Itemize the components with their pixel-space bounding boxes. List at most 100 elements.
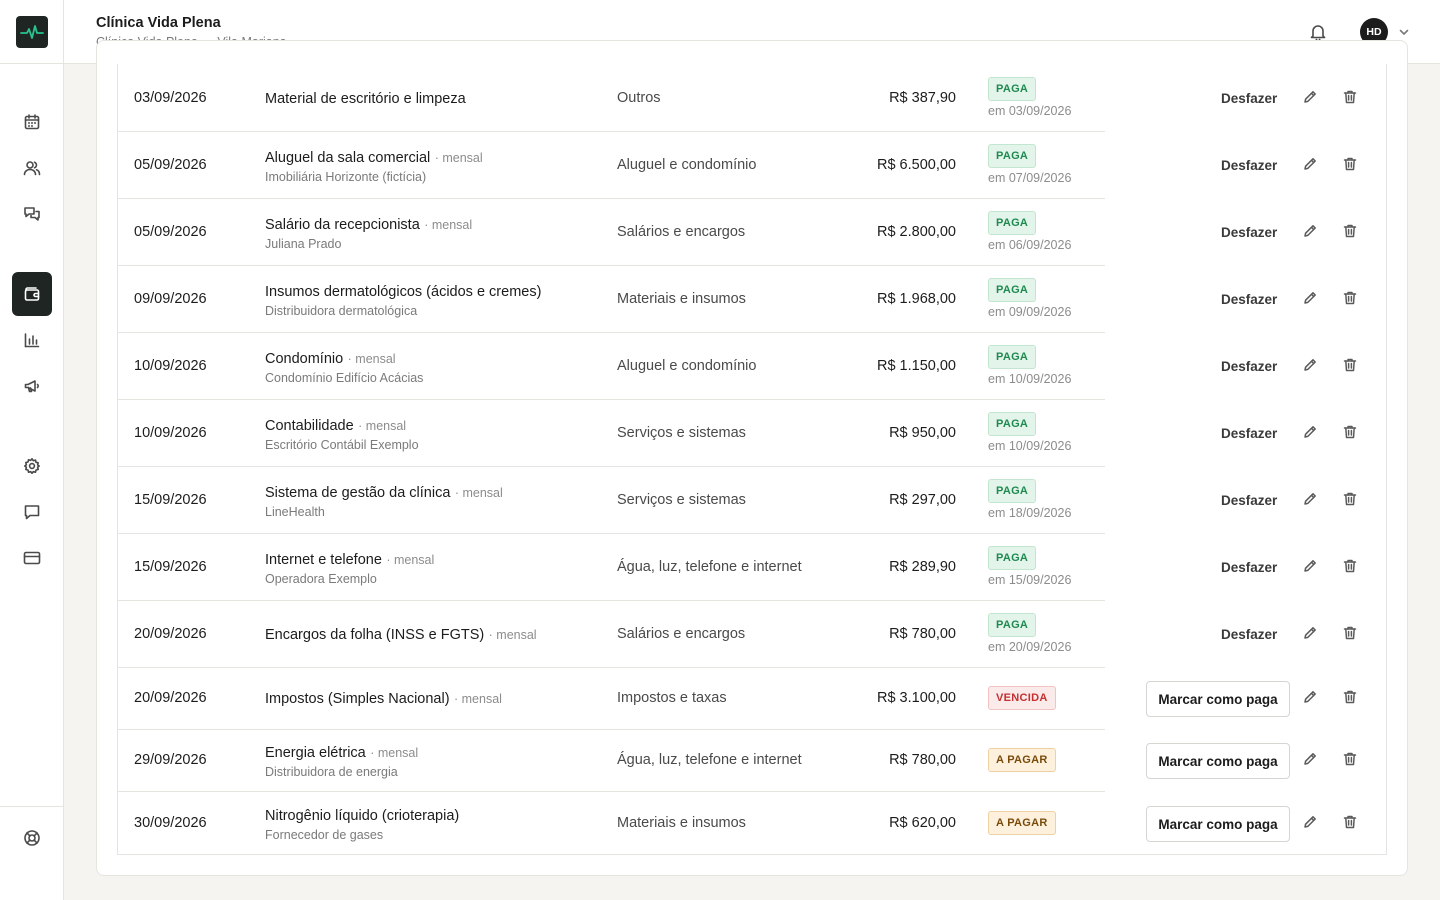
row-status: PAGA em 09/09/2026 (988, 278, 1071, 319)
pencil-icon (1304, 691, 1316, 703)
undo-payment-button[interactable]: Desfazer (1221, 292, 1277, 307)
paid-date: em 10/09/2026 (988, 372, 1072, 386)
sidebar-item-agenda[interactable] (12, 102, 52, 142)
table-row: 20/09/2026 Impostos (Simples Nacional) · … (118, 668, 1105, 730)
row-date: 30/09/2026 (134, 815, 207, 831)
edit-button[interactable] (1302, 89, 1318, 105)
row-description: Internet e telefone · mensal Operadora Ex… (265, 551, 434, 586)
row-amount: R$ 2.800,00 (876, 224, 956, 240)
delete-button[interactable] (1342, 689, 1358, 705)
row-title: Aluguel da sala comercial (265, 150, 431, 166)
row-category: Água, luz, telefone e internet (617, 559, 802, 575)
row-amount: R$ 620,00 (889, 815, 956, 831)
status-badge: A PAGAR (988, 748, 1056, 772)
delete-button[interactable] (1342, 357, 1358, 373)
lifebuoy-icon (24, 830, 40, 846)
sidebar-item-ajuda[interactable] (12, 818, 52, 858)
sidebar-item-financeiro[interactable] (12, 272, 52, 316)
row-date: 05/09/2026 (134, 157, 207, 173)
delete-button[interactable] (1342, 223, 1358, 239)
table-row: 05/09/2026 Salário da recepcionista · men… (118, 199, 1105, 266)
mark-as-paid-button[interactable]: Marcar como paga (1146, 806, 1290, 842)
row-date: 10/09/2026 (134, 425, 207, 441)
row-description: Insumos dermatológicos (ácidos e cremes)… (265, 283, 541, 318)
undo-payment-button[interactable]: Desfazer (1221, 560, 1277, 575)
undo-payment-button[interactable]: Desfazer (1221, 225, 1277, 240)
undo-payment-button[interactable]: Desfazer (1221, 426, 1277, 441)
delete-button[interactable] (1342, 290, 1358, 306)
paid-date: em 10/09/2026 (988, 439, 1072, 453)
sidebar-item-chat[interactable] (12, 492, 52, 532)
row-category: Serviços e sistemas (617, 425, 746, 441)
sidebar-item-pagamentos[interactable] (12, 538, 52, 578)
recurring-tag: · mensal (347, 352, 396, 366)
app-logo[interactable] (16, 16, 48, 48)
recurring-tag: · mensal (434, 151, 483, 165)
bell-icon (1310, 25, 1326, 42)
row-status: PAGA em 10/09/2026 (988, 412, 1071, 453)
trash-icon (1343, 425, 1357, 439)
user-menu-toggle[interactable] (1397, 25, 1411, 39)
delete-button[interactable] (1342, 89, 1358, 105)
table-row: 15/09/2026 Sistema de gestão da clínica ·… (118, 467, 1105, 534)
undo-payment-button[interactable]: Desfazer (1221, 627, 1277, 642)
delete-button[interactable] (1342, 625, 1358, 641)
sidebar-item-configuracoes[interactable] (12, 446, 52, 486)
paid-date: em 09/09/2026 (988, 305, 1072, 319)
undo-payment-button[interactable]: Desfazer (1221, 359, 1277, 374)
row-date: 20/09/2026 (134, 690, 207, 706)
row-category: Serviços e sistemas (617, 492, 746, 508)
edit-button[interactable] (1302, 424, 1318, 440)
edit-button[interactable] (1302, 814, 1318, 830)
delete-button[interactable] (1342, 751, 1358, 767)
row-date: 15/09/2026 (134, 559, 207, 575)
table-row: 03/09/2026 Material de escritório e limpe… (118, 65, 1105, 132)
row-category: Salários e encargos (617, 626, 746, 642)
undo-payment-button[interactable]: Desfazer (1221, 493, 1277, 508)
delete-button[interactable] (1342, 491, 1358, 507)
row-title: Contabilidade (265, 418, 354, 434)
row-title: Internet e telefone (265, 552, 382, 568)
row-title: Insumos dermatológicos (ácidos e cremes) (265, 284, 542, 300)
edit-button[interactable] (1302, 223, 1318, 239)
recurring-tag: · mensal (370, 746, 419, 760)
edit-button[interactable] (1302, 625, 1318, 641)
row-category: Materiais e insumos (617, 291, 746, 307)
delete-button[interactable] (1342, 558, 1358, 574)
undo-payment-button[interactable]: Desfazer (1221, 158, 1277, 173)
status-badge: PAGA (988, 278, 1037, 302)
row-category: Materiais e insumos (617, 815, 746, 831)
delete-button[interactable] (1342, 814, 1358, 830)
row-status: PAGA em 18/09/2026 (988, 479, 1071, 520)
edit-button[interactable] (1302, 290, 1318, 306)
sidebar-item-mensagens[interactable] (12, 194, 52, 234)
table-row: 10/09/2026 Contabilidade · mensal Escritór… (118, 400, 1105, 467)
pencil-icon (1304, 627, 1316, 639)
edit-button[interactable] (1302, 751, 1318, 767)
pencil-icon (1304, 359, 1316, 371)
notifications-button[interactable] (1308, 22, 1328, 42)
mark-as-paid-button[interactable]: Marcar como paga (1146, 681, 1290, 717)
edit-button[interactable] (1302, 689, 1318, 705)
sidebar (0, 0, 64, 900)
edit-button[interactable] (1302, 558, 1318, 574)
undo-payment-button[interactable]: Desfazer (1221, 91, 1277, 106)
row-title: Nitrogênio líquido (crioterapia) (265, 808, 460, 824)
sidebar-item-marketing[interactable] (12, 366, 52, 406)
delete-button[interactable] (1342, 156, 1358, 172)
row-title: Condomínio (265, 351, 344, 367)
edit-button[interactable] (1302, 491, 1318, 507)
row-category: Salários e encargos (617, 224, 746, 240)
row-category: Aluguel e condomínio (617, 157, 757, 173)
row-supplier: Distribuidora dermatológica (265, 304, 418, 318)
edit-button[interactable] (1302, 156, 1318, 172)
row-amount: R$ 1.150,00 (876, 358, 956, 374)
sidebar-item-pacientes[interactable] (12, 148, 52, 188)
edit-button[interactable] (1302, 357, 1318, 373)
row-status: PAGA em 03/09/2026 (988, 77, 1071, 118)
row-amount: R$ 780,00 (889, 752, 956, 768)
clinic-name: Clínica Vida Plena (96, 15, 221, 31)
sidebar-item-relatorios[interactable] (12, 320, 52, 360)
mark-as-paid-button[interactable]: Marcar como paga (1146, 743, 1290, 779)
delete-button[interactable] (1342, 424, 1358, 440)
